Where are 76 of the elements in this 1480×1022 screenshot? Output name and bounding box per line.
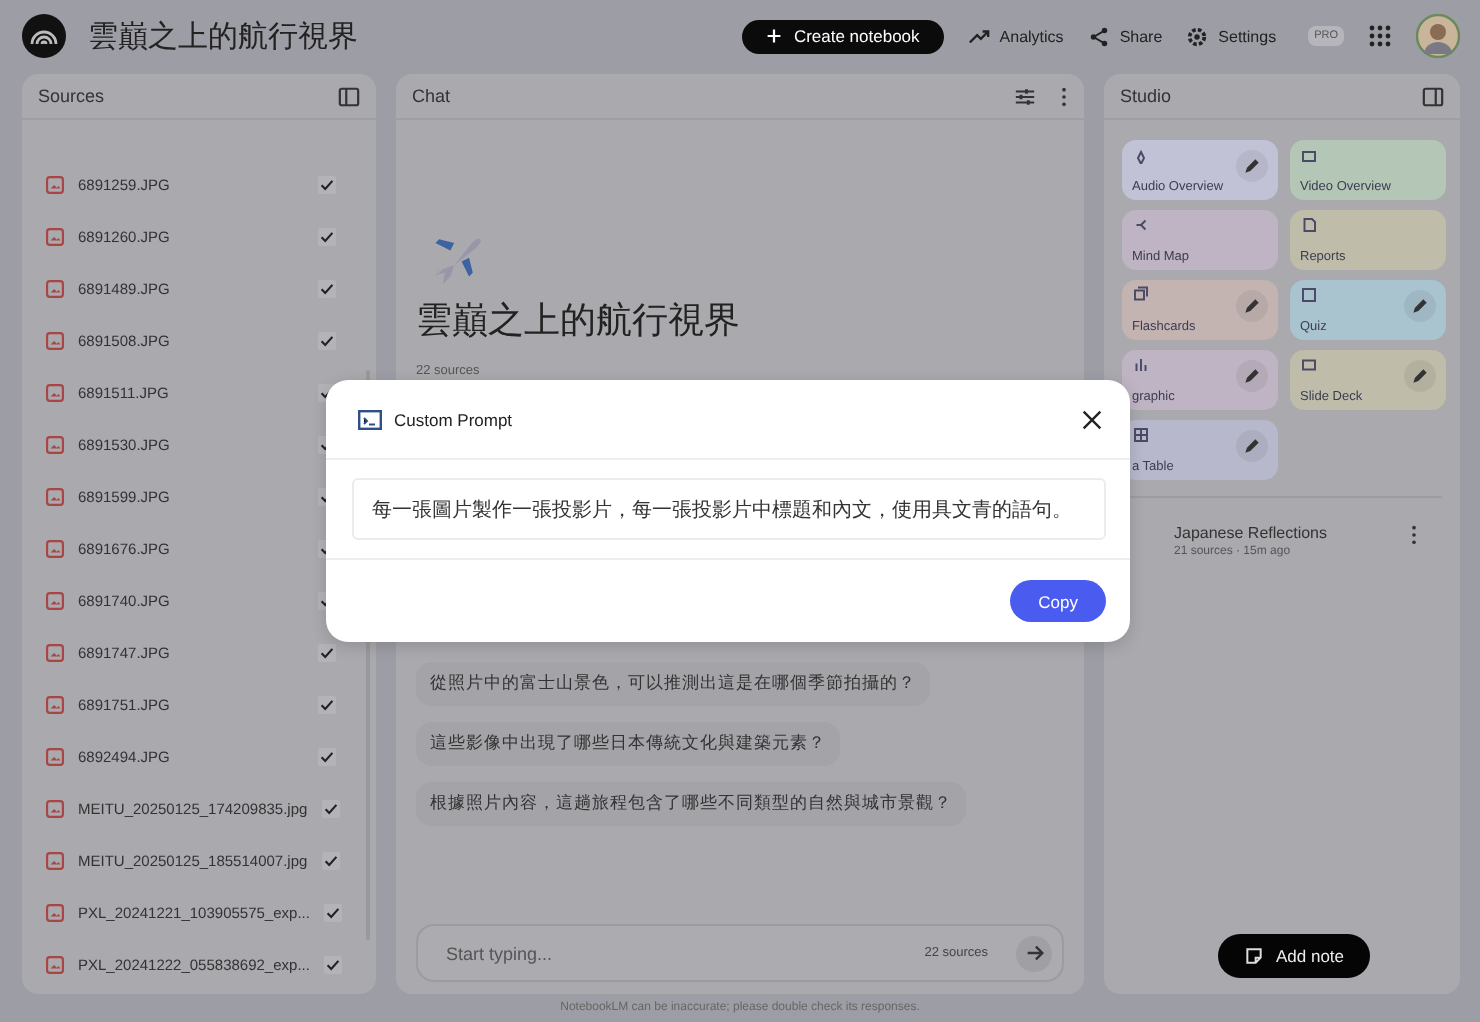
settings-button[interactable]: Settings — [1186, 25, 1277, 47]
tile-icon — [1132, 146, 1150, 164]
apps-icon[interactable] — [1368, 24, 1392, 48]
logo-icon[interactable] — [22, 14, 66, 58]
notebook-title: 雲巔之上的航行視界 — [88, 17, 358, 55]
plus-icon — [765, 28, 782, 44]
panel-title: Studio — [1120, 86, 1172, 106]
create-notebook-button[interactable]: Create notebook — [741, 19, 944, 53]
send-button[interactable] — [1016, 935, 1052, 971]
share-button[interactable]: Share — [1087, 25, 1163, 47]
notebook-heading: 雲巔之上的航行視界 — [416, 298, 740, 344]
edit-icon[interactable] — [1236, 360, 1268, 392]
source-checkbox[interactable] — [318, 331, 336, 349]
panel-toggle-icon[interactable] — [338, 85, 360, 107]
image-file-icon — [46, 903, 64, 921]
dialog-title: Custom Prompt — [394, 409, 513, 429]
image-file-icon — [46, 591, 64, 609]
image-file-icon — [46, 695, 64, 713]
image-file-icon — [46, 435, 64, 453]
tile-icon — [1132, 426, 1150, 444]
image-file-icon — [46, 539, 64, 557]
source-checkbox[interactable] — [318, 175, 336, 193]
image-file-icon — [46, 851, 64, 869]
image-file-icon — [46, 643, 64, 661]
source-checkbox[interactable] — [318, 695, 336, 713]
source-checkbox[interactable] — [318, 643, 336, 661]
edit-icon[interactable] — [1404, 290, 1436, 322]
image-file-icon — [46, 487, 64, 505]
note-title[interactable]: Japanese Reflections — [1174, 524, 1327, 542]
tile-icon — [1300, 286, 1318, 304]
note-icon — [1243, 946, 1264, 966]
analytics-button[interactable]: Analytics — [967, 25, 1064, 47]
image-file-icon — [46, 175, 64, 193]
tile-icon — [1132, 216, 1150, 234]
edit-icon[interactable] — [1236, 430, 1268, 462]
source-checkbox[interactable] — [318, 227, 336, 245]
trend-icon — [967, 25, 990, 47]
source-checkbox[interactable] — [318, 747, 336, 765]
panel-toggle-icon[interactable] — [1422, 85, 1444, 107]
share-icon — [1087, 25, 1110, 47]
tile-icon — [1132, 286, 1150, 304]
tile-icon — [1300, 356, 1318, 374]
copy-button[interactable]: Copy — [1010, 580, 1106, 622]
image-file-icon — [46, 227, 64, 245]
terminal-icon — [358, 409, 382, 429]
edit-icon[interactable] — [1236, 150, 1268, 182]
image-file-icon — [46, 747, 64, 765]
suggested-question[interactable]: 這些影像中出現了哪些日本傳統文化與建築元素？ — [416, 722, 840, 766]
add-note-button[interactable]: Add note — [1217, 934, 1371, 978]
tile-icon — [1132, 356, 1150, 374]
panel-title: Chat — [412, 86, 451, 106]
prompt-text: 每一張圖片製作一張投影片，每一張投影片中標題和內文，使用具文青的語句。 — [352, 478, 1106, 540]
source-checkbox[interactable] — [323, 903, 342, 921]
source-checkbox[interactable] — [321, 799, 340, 817]
suggested-question[interactable]: 根據照片內容，這趟旅程包含了哪些不同類型的自然與城市景觀？ — [416, 782, 966, 826]
source-checkbox[interactable] — [321, 851, 340, 869]
image-file-icon — [46, 955, 64, 973]
edit-icon[interactable] — [1404, 360, 1436, 392]
suggested-question[interactable]: 從照片中的富士山景色，可以推測出這是在哪個季節拍攝的？ — [416, 662, 930, 706]
image-file-icon — [46, 383, 64, 401]
more-icon[interactable] — [1410, 524, 1418, 546]
close-button[interactable] — [1078, 405, 1106, 433]
source-checkbox[interactable] — [318, 279, 336, 297]
tile-icon — [1300, 216, 1318, 234]
image-file-icon — [46, 331, 64, 349]
tile-icon — [1300, 146, 1318, 164]
image-file-icon — [46, 279, 64, 297]
panel-title: Sources — [38, 86, 105, 106]
edit-icon[interactable] — [1236, 290, 1268, 322]
tune-icon[interactable] — [1014, 85, 1036, 107]
more-icon[interactable] — [1060, 85, 1068, 107]
source-checkbox[interactable] — [323, 955, 342, 973]
image-file-icon — [46, 799, 64, 817]
settings-icon — [1186, 25, 1209, 47]
message-field[interactable]: Start typing... — [442, 941, 925, 965]
arrow-icon — [1023, 942, 1045, 964]
